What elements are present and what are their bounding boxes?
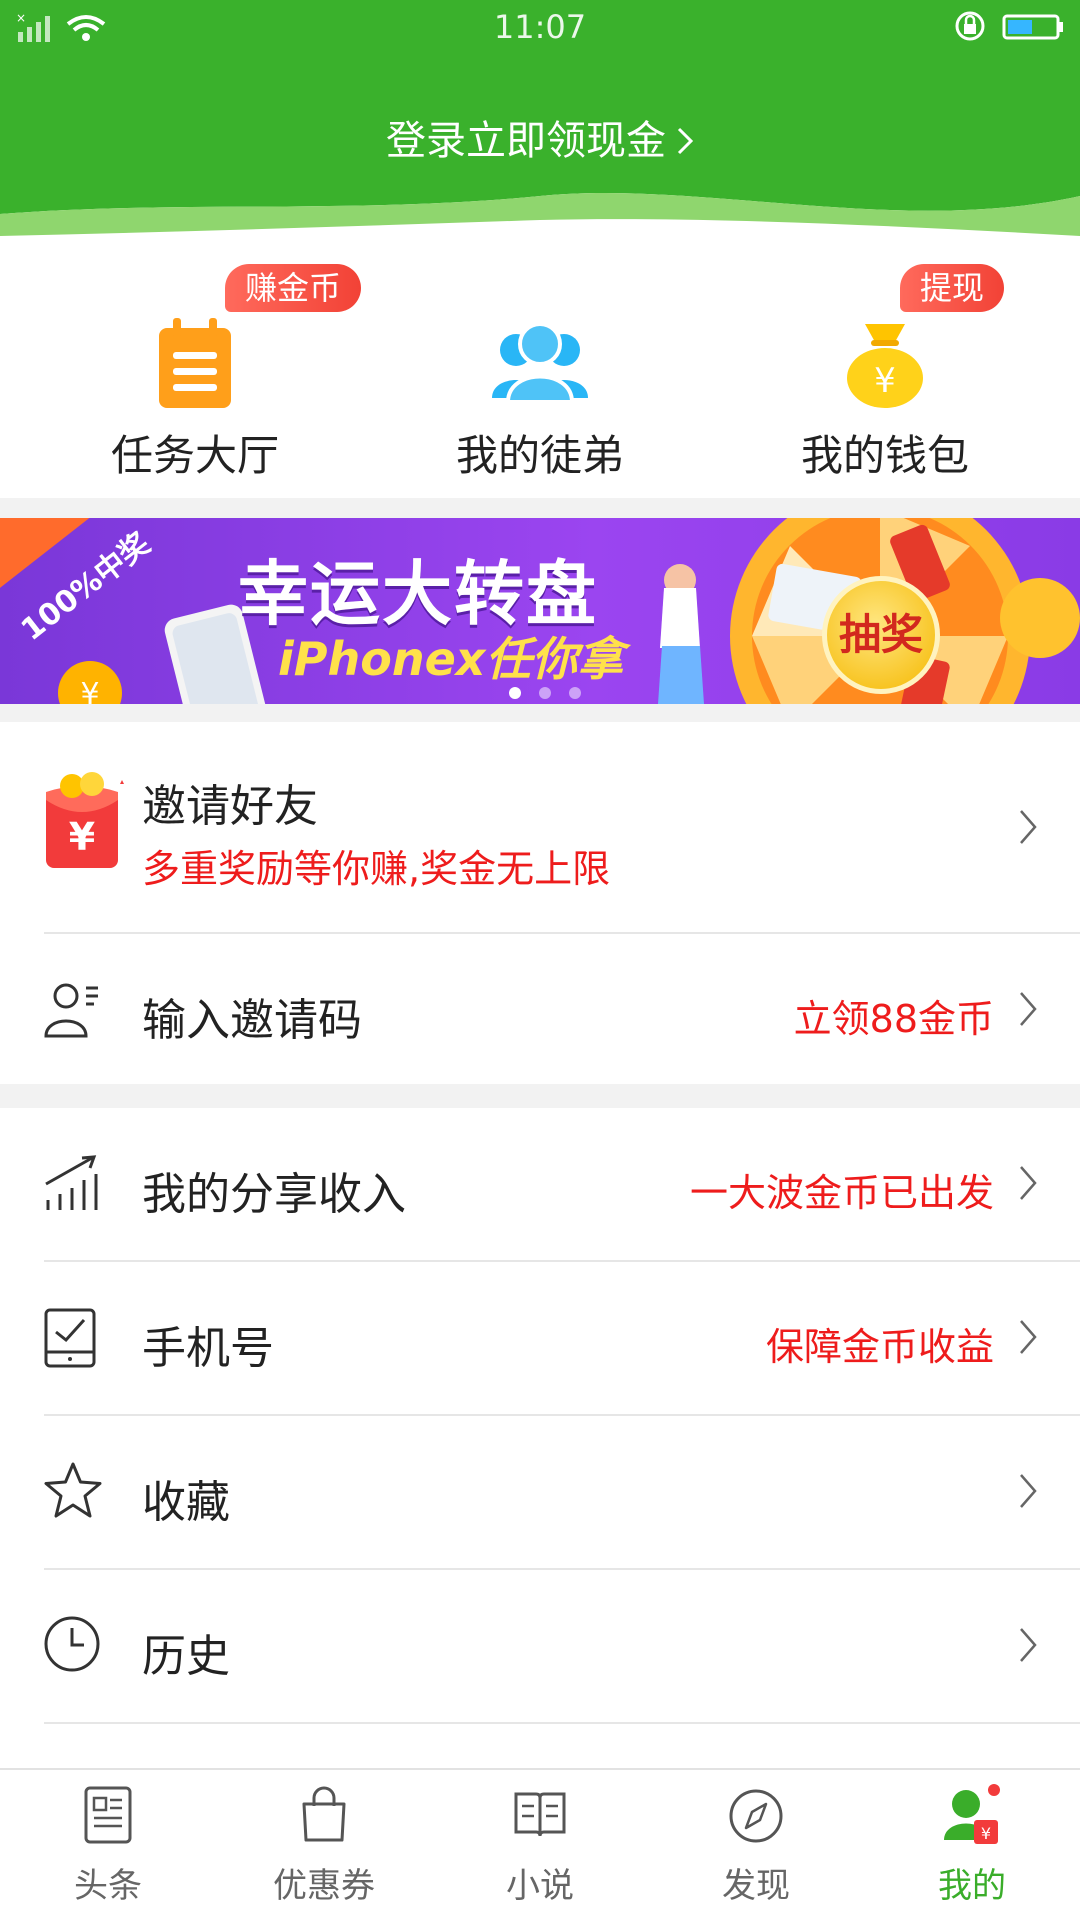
invite-friends-subtitle: 多重奖励等你赚,奖金无上限 [142, 847, 611, 891]
tab-label: 我的 [938, 1866, 1006, 1906]
lucky-wheel-banner[interactable]: ¥ 100%中奖 幸运大转盘 iPhonex任你拿 抽奖 [0, 518, 1080, 704]
clipboard-icon [159, 318, 231, 408]
invite-code-hint: 立领88金币 [793, 997, 994, 1041]
svg-text:¥: ¥ [874, 361, 896, 401]
login-cash-link[interactable]: 登录立即领现金 [0, 108, 1080, 166]
red-envelope-icon: ¥ [46, 772, 124, 868]
profile-icon: ¥ [944, 1784, 1000, 1844]
star-icon [44, 1462, 102, 1518]
draw-button[interactable]: 抽奖 [822, 576, 940, 694]
section-gap [0, 1084, 1080, 1108]
carousel-dot[interactable] [569, 687, 581, 699]
shortcut-grid: 赚金币 任务大厅 我的徒弟 ¥ 提现 我的钱包 [0, 240, 1080, 498]
my-wallet-label: 我的钱包 [800, 431, 969, 480]
invite-code-title: 输入邀请码 [142, 995, 362, 1046]
phone-number-row[interactable]: 手机号 保障金币收益 [0, 1262, 1080, 1414]
banner-subtitle: iPhonex任你拿 [278, 632, 624, 686]
favorites-row[interactable]: 收藏 [0, 1416, 1080, 1568]
login-cash-text: 登录立即领现金 [386, 118, 666, 164]
my-apprentices-button[interactable]: 我的徒弟 [360, 240, 720, 498]
battery-icon [955, 11, 1063, 41]
favorites-title: 收藏 [142, 1477, 230, 1528]
profile-header: × 11:07 登录立即领现金 [0, 0, 1080, 240]
news-icon [84, 1786, 132, 1844]
carousel-dot[interactable] [509, 687, 521, 699]
chevron-right-icon [1020, 1166, 1037, 1200]
phone-number-title: 手机号 [142, 1323, 274, 1374]
my-wallet-button[interactable]: ¥ 提现 我的钱包 [705, 240, 1065, 498]
status-time: 11:07 [493, 8, 587, 46]
carousel-indicator [500, 684, 590, 703]
history-row[interactable]: 历史 [0, 1570, 1080, 1722]
money-bag-icon: ¥ [847, 324, 923, 408]
invite-friends-title: 邀请好友 [142, 781, 318, 832]
phone-number-hint: 保障金币收益 [765, 1325, 994, 1369]
user-list-icon [44, 983, 98, 1038]
tab-discover[interactable]: 发现 [648, 1770, 864, 1920]
invite-friends-row[interactable]: ¥ 邀请好友 多重奖励等你赚,奖金无上限 [0, 722, 1080, 932]
shopping-bag-icon [302, 1786, 346, 1842]
task-hall-label: 任务大厅 [110, 431, 279, 480]
tab-headlines[interactable]: 头条 [0, 1770, 216, 1920]
tab-label: 头条 [74, 1866, 142, 1906]
tab-coupons[interactable]: 优惠券 [216, 1770, 432, 1920]
share-income-row[interactable]: 我的分享收入 一大波金币已出发 [0, 1108, 1080, 1260]
svg-text:¥: ¥ [981, 1824, 991, 1843]
carousel-dot[interactable] [539, 687, 551, 699]
share-income-title: 我的分享收入 [142, 1169, 406, 1220]
phone-check-icon [44, 1308, 96, 1368]
svg-text:¥: ¥ [69, 815, 95, 859]
book-icon [514, 1792, 566, 1837]
tab-mine[interactable]: ¥ 我的 [864, 1770, 1080, 1920]
tab-label: 发现 [722, 1866, 790, 1906]
chevron-right-icon [1020, 992, 1037, 1026]
chevron-right-icon [676, 120, 694, 166]
share-income-hint: 一大波金币已出发 [689, 1171, 994, 1215]
tab-label: 优惠券 [273, 1866, 375, 1906]
people-icon [492, 322, 588, 404]
earn-coins-badge: 赚金币 [225, 264, 362, 312]
bottom-tab-bar: 头条 优惠券 小说 发现 ¥ 我的 [0, 1768, 1080, 1920]
chevron-right-icon [1020, 1474, 1037, 1508]
status-right-icons [954, 10, 1066, 50]
section-gap [0, 498, 1080, 518]
svg-text:¥: ¥ [80, 677, 99, 704]
invite-code-row[interactable]: 输入邀请码 立领88金币 [0, 934, 1080, 1084]
growth-chart-icon [45, 1155, 98, 1210]
section-gap [0, 704, 1080, 722]
status-bar: × 11:07 [0, 0, 1080, 56]
history-title: 历史 [142, 1631, 230, 1682]
chevron-right-icon [1020, 1320, 1037, 1354]
my-apprentices-label: 我的徒弟 [455, 431, 624, 480]
chevron-right-icon [1020, 810, 1037, 844]
compass-icon [729, 1789, 783, 1843]
task-hall-button[interactable]: 赚金币 任务大厅 [15, 240, 375, 498]
chevron-right-icon [1020, 1628, 1037, 1662]
withdraw-badge: 提现 [900, 264, 1005, 312]
clock-icon [44, 1616, 100, 1672]
tab-label: 小说 [506, 1866, 574, 1906]
divider [44, 1722, 1080, 1724]
tab-novels[interactable]: 小说 [432, 1770, 648, 1920]
